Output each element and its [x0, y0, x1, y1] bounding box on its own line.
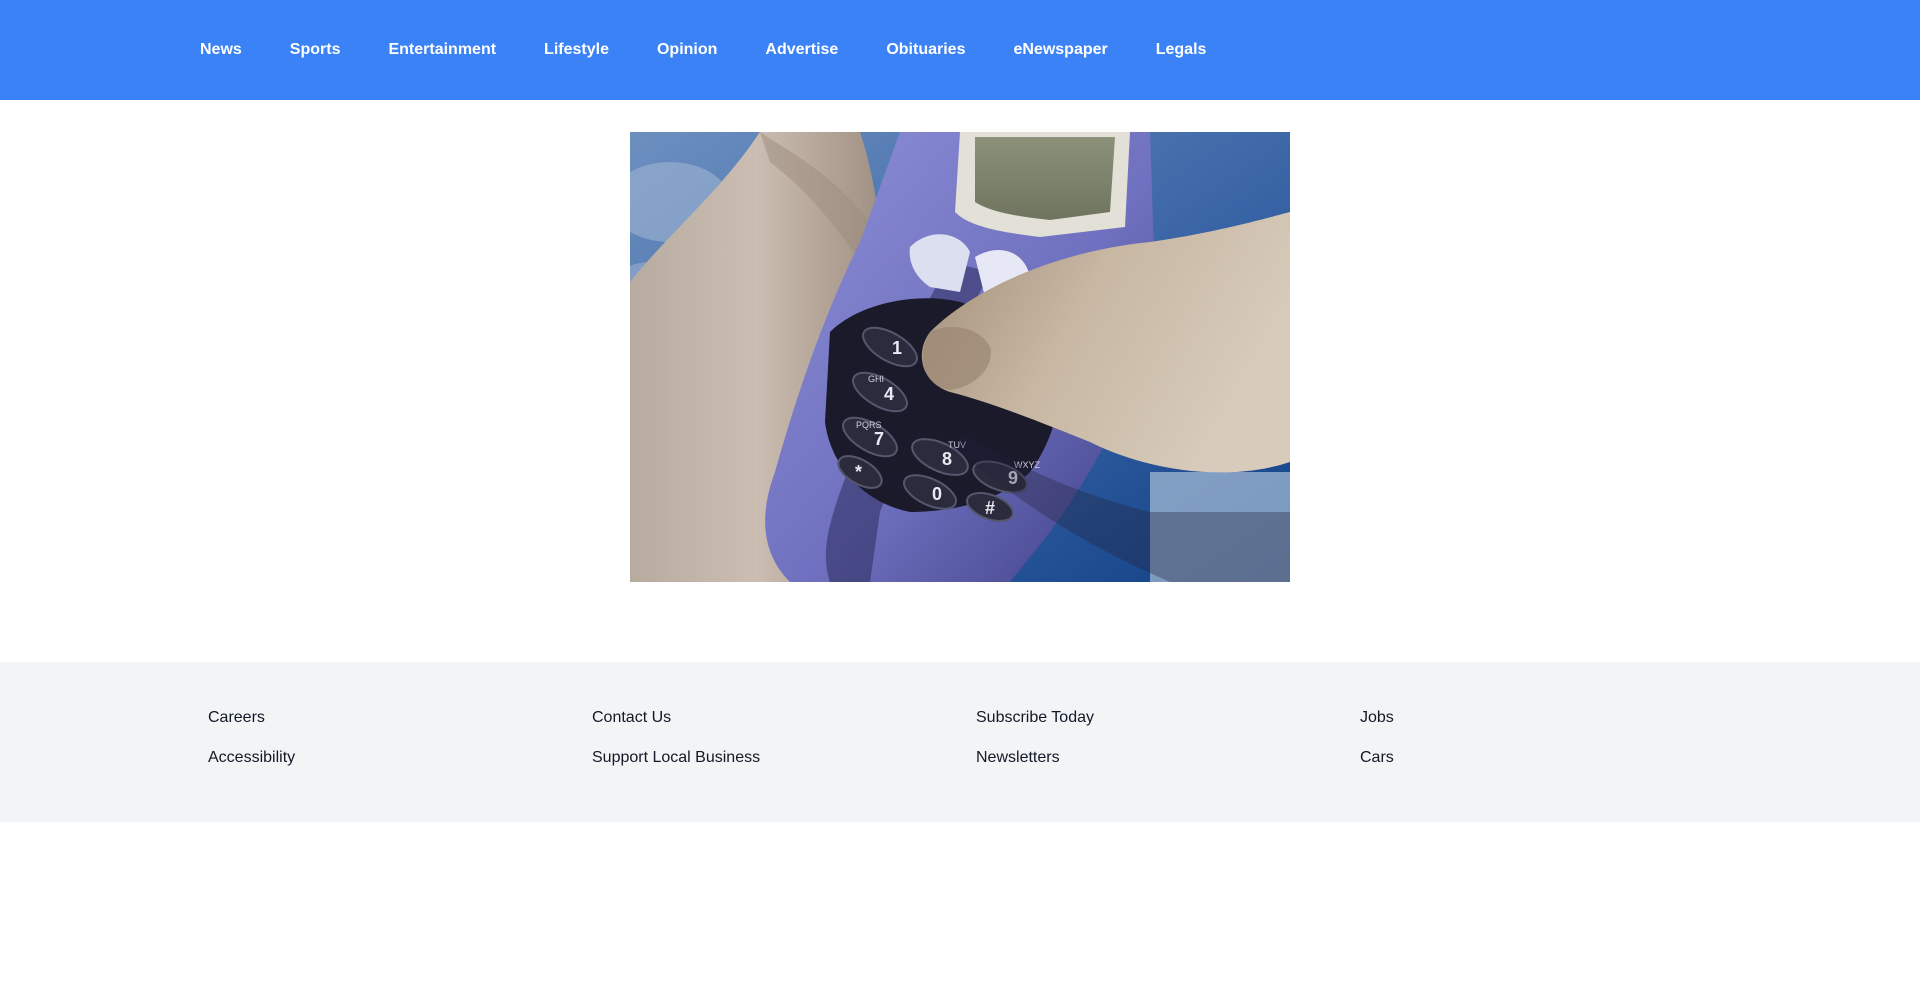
- key-4-letters: GHI: [868, 374, 884, 384]
- nav-item-obituaries: Obituaries: [862, 30, 989, 70]
- hero-image: 1 4 7 8 0 9 * # GHI PQRS TUV WXYZ: [630, 132, 1290, 582]
- key-4: 4: [884, 384, 894, 404]
- footer-link-cars[interactable]: Cars: [1360, 748, 1394, 768]
- footer-link-subscribe-today[interactable]: Subscribe Today: [976, 708, 1094, 728]
- nav-link-advertise[interactable]: Advertise: [741, 30, 862, 70]
- footer-link-contact-us[interactable]: Contact Us: [592, 708, 760, 728]
- nav-item-enewspaper: eNewspaper: [989, 30, 1131, 70]
- nav-link-lifestyle[interactable]: Lifestyle: [520, 30, 633, 70]
- key-1: 1: [892, 338, 902, 358]
- site-footer: Careers Accessibility Contact Us Support…: [0, 662, 1920, 822]
- nav-item-legals: Legals: [1132, 30, 1231, 70]
- nav-item-entertainment: Entertainment: [364, 30, 520, 70]
- nav-link-enewspaper[interactable]: eNewspaper: [989, 30, 1131, 70]
- footer-column-4: Jobs Cars: [1360, 708, 1394, 788]
- nav-menu: News Sports Entertainment Lifestyle Opin…: [176, 0, 1230, 100]
- footer-link-careers[interactable]: Careers: [208, 708, 295, 728]
- nav-item-lifestyle: Lifestyle: [520, 30, 633, 70]
- nav-link-legals[interactable]: Legals: [1132, 30, 1231, 70]
- nav-link-entertainment[interactable]: Entertainment: [364, 30, 520, 70]
- nav-link-obituaries[interactable]: Obituaries: [862, 30, 989, 70]
- nav-item-advertise: Advertise: [741, 30, 862, 70]
- footer-column-2: Contact Us Support Local Business: [592, 708, 760, 788]
- key-8: 8: [942, 449, 952, 469]
- key-7-letters: PQRS: [856, 420, 882, 430]
- hand-holding-cell-phone-photo: 1 4 7 8 0 9 * # GHI PQRS TUV WXYZ: [630, 132, 1290, 582]
- key-star: *: [855, 462, 862, 482]
- footer-link-jobs[interactable]: Jobs: [1360, 708, 1394, 728]
- key-0: 0: [932, 484, 942, 504]
- footer-column-3: Subscribe Today Newsletters: [976, 708, 1094, 788]
- footer-link-accessibility[interactable]: Accessibility: [208, 748, 295, 768]
- key-7: 7: [874, 429, 884, 449]
- top-navigation-bar: News Sports Entertainment Lifestyle Opin…: [0, 0, 1920, 100]
- nav-link-news[interactable]: News: [176, 30, 266, 70]
- nav-link-opinion[interactable]: Opinion: [633, 30, 741, 70]
- nav-item-news: News: [176, 30, 266, 70]
- nav-item-sports: Sports: [266, 30, 365, 70]
- nav-item-opinion: Opinion: [633, 30, 741, 70]
- key-hash: #: [985, 498, 995, 518]
- nav-link-sports[interactable]: Sports: [266, 30, 365, 70]
- footer-column-1: Careers Accessibility: [208, 708, 295, 788]
- footer-link-newsletters[interactable]: Newsletters: [976, 748, 1094, 768]
- footer-link-support-local-business[interactable]: Support Local Business: [592, 748, 760, 768]
